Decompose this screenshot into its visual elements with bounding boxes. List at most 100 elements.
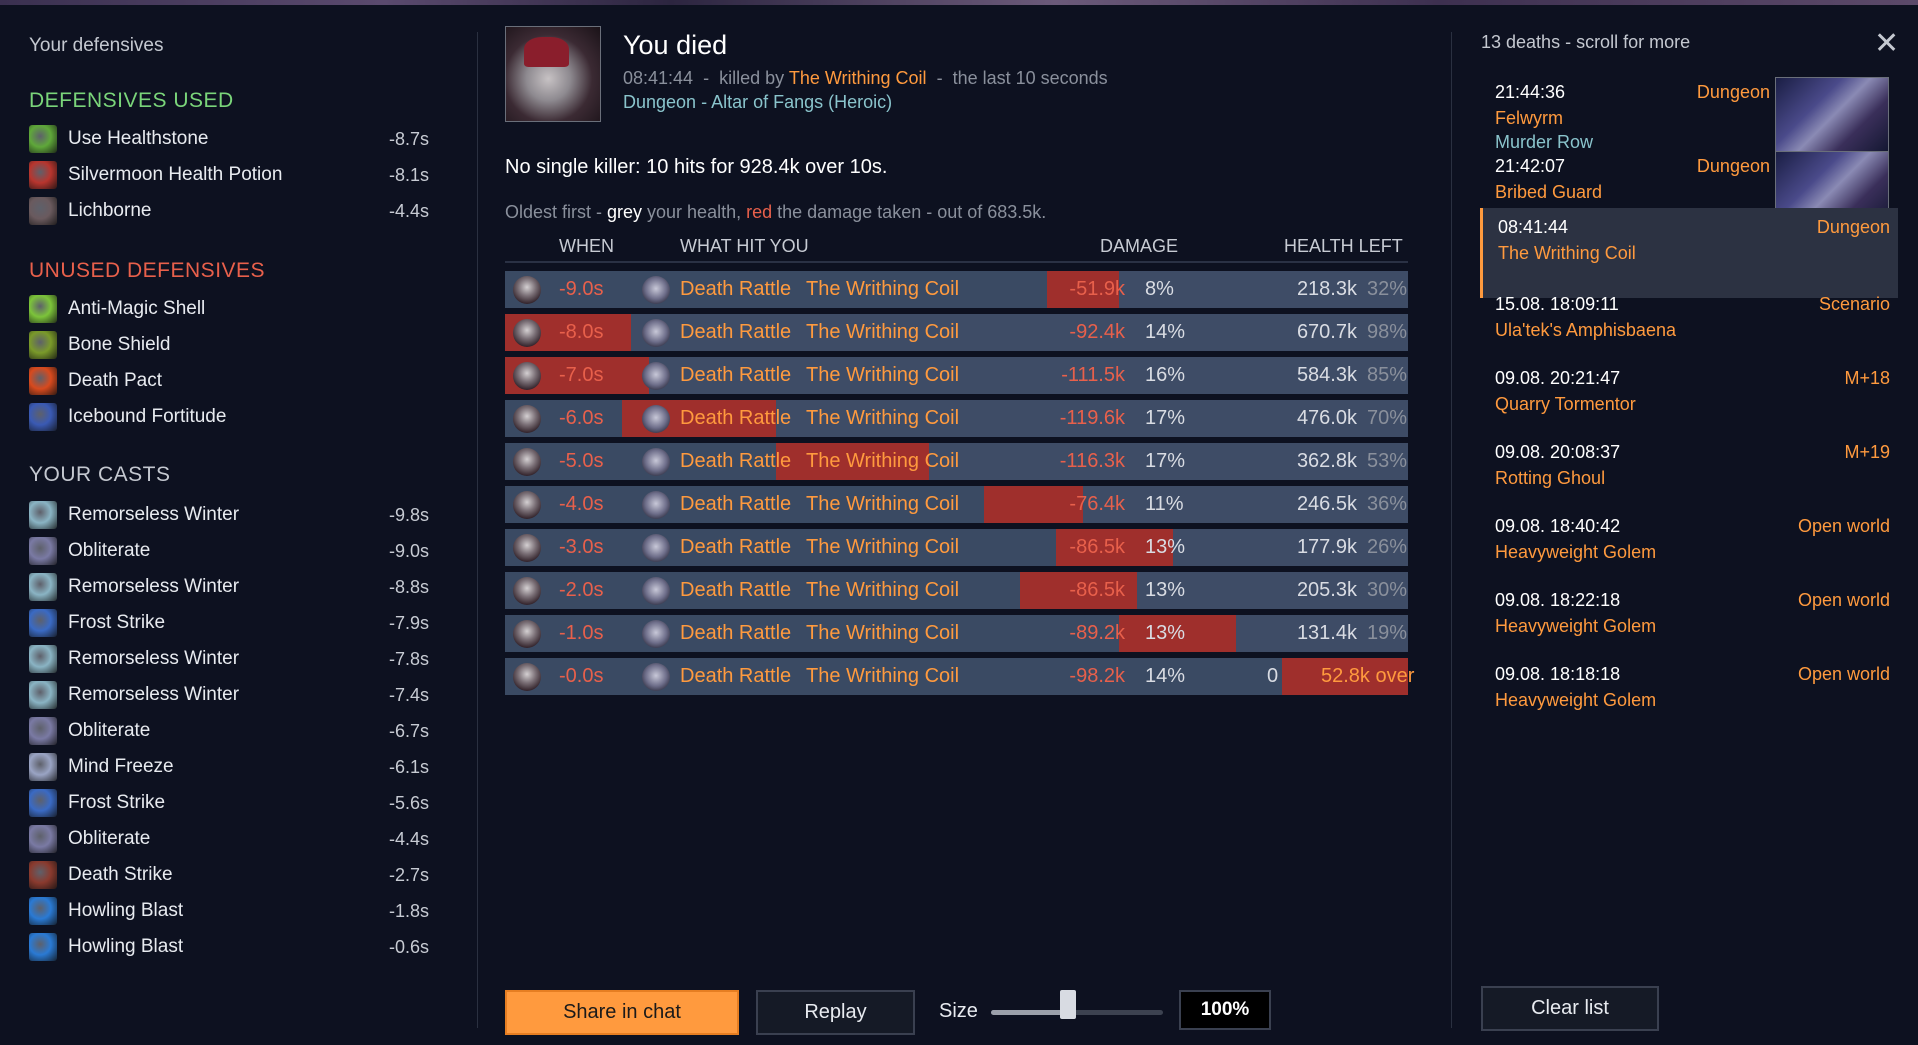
death-strike-icon [29, 861, 57, 889]
anti-magic-shell-icon [29, 295, 57, 323]
killed-by-label: killed by [719, 68, 785, 88]
cast-item[interactable]: Remorseless Winter -9.8s [29, 498, 429, 532]
replay-button[interactable]: Replay [756, 990, 915, 1035]
size-value[interactable]: 100% [1179, 990, 1271, 1030]
death-type: M+19 [1844, 442, 1890, 462]
hit-when: -7.0s [559, 364, 604, 386]
col-what-hit-you[interactable]: WHAT HIT YOU [680, 236, 809, 257]
death-location: Dungeon - Altar of Fangs (Heroic) [623, 92, 893, 112]
hit-damage: -86.5k [1069, 579, 1125, 601]
hit-row[interactable]: -7.0s Death Rattle The Writhing Coil -111.5… [505, 357, 1408, 394]
cast-item[interactable]: Obliterate -6.7s [29, 714, 429, 748]
hit-damage-pct: 8% [1145, 278, 1174, 300]
hit-health-pct: 19% [1367, 622, 1408, 644]
death-recap-panel: Your defensives DEFENSIVES USED UNUSED D… [0, 5, 1918, 1045]
health-bar [1082, 486, 1408, 523]
unused-defensives-title: UNUSED DEFENSIVES [29, 259, 266, 282]
bone-shield-icon [29, 331, 57, 359]
hit-row[interactable]: -5.0s Death Rattle The Writhing Coil -116.3… [505, 443, 1408, 480]
hit-row[interactable]: -1.0s Death Rattle The Writhing Coil -89.2k… [505, 615, 1408, 652]
hit-damage-pct: 17% [1145, 450, 1186, 472]
death-time: 15.08. 18:09:11 [1495, 294, 1619, 314]
cast-time: -2.7s [388, 864, 429, 885]
enemy-skull-icon [513, 276, 541, 304]
cast-item[interactable]: Howling Blast -1.8s [29, 894, 429, 928]
cast-item[interactable]: Obliterate -9.0s [29, 534, 429, 568]
close-icon[interactable]: ✕ [1874, 29, 1899, 59]
size-slider-handle[interactable] [1060, 990, 1077, 1019]
cast-item[interactable]: Remorseless Winter -8.8s [29, 570, 429, 604]
unused-defensive-name: Bone Shield [68, 334, 171, 355]
cast-time: -6.1s [388, 756, 429, 777]
cast-item[interactable]: Howling Blast -0.6s [29, 930, 429, 964]
remorseless-winter-icon [29, 645, 57, 673]
defensive-used-time: -8.1s [388, 164, 429, 185]
death-type: Open world [1797, 590, 1890, 610]
col-damage[interactable]: DAMAGE [1100, 236, 1178, 257]
cast-item[interactable]: Obliterate -4.4s [29, 822, 429, 856]
defensive-used-item[interactable]: Silvermoon Health Potion -8.1s [29, 158, 429, 192]
cast-item[interactable]: Remorseless Winter -7.4s [29, 678, 429, 712]
remorseless-winter-icon [29, 681, 57, 709]
clear-list-button[interactable]: Clear list [1481, 986, 1659, 1031]
death-rattle-icon [642, 276, 670, 304]
defensive-used-item[interactable]: Use Healthstone -8.7s [29, 122, 429, 156]
hit-source: The Writhing Coil [806, 536, 960, 558]
unused-defensive-item[interactable]: Icebound Fortitude [29, 400, 429, 434]
unused-defensive-item[interactable]: Anti-Magic Shell [29, 292, 429, 326]
hit-row[interactable]: -3.0s Death Rattle The Writhing Coil -86.5k… [505, 529, 1408, 566]
your-defensives-label: Your defensives [29, 35, 164, 56]
hit-damage: -76.4k [1069, 493, 1125, 515]
hit-damage: -116.3k [1059, 450, 1125, 472]
hit-row[interactable]: -2.0s Death Rattle The Writhing Coil -86.5k… [505, 572, 1408, 609]
hit-row[interactable]: -4.0s Death Rattle The Writhing Coil -76.4k… [505, 486, 1408, 523]
death-time: 09.08. 20:08:37 [1495, 442, 1621, 462]
defensive-used-time: -4.4s [388, 200, 429, 221]
left-divider [477, 32, 478, 1028]
enemy-skull-icon [513, 577, 541, 605]
hit-health: 177.9k [1296, 536, 1357, 558]
cast-item[interactable]: Frost Strike -5.6s [29, 786, 429, 820]
hit-damage-pct: 13% [1145, 579, 1186, 601]
hit-health-pct: 70% [1367, 407, 1408, 429]
enemy-skull-icon [513, 319, 541, 347]
hit-health: 0 [1267, 665, 1279, 687]
cast-time: -4.4s [388, 828, 429, 849]
cast-item[interactable]: Frost Strike -7.9s [29, 606, 429, 640]
share-in-chat-button[interactable]: Share in chat [505, 990, 739, 1035]
hit-row[interactable]: -8.0s Death Rattle The Writhing Coil -92.4k… [505, 314, 1408, 351]
enemy-skull-icon [513, 620, 541, 648]
col-health-left[interactable]: HEALTH LEFT [1284, 236, 1403, 257]
death-rattle-icon [642, 663, 670, 691]
size-slider-track[interactable] [991, 1010, 1163, 1015]
enemy-skull-icon [513, 491, 541, 519]
death-type: M+18 [1844, 368, 1890, 388]
cast-item[interactable]: Mind Freeze -6.1s [29, 750, 429, 784]
death-rattle-icon [642, 534, 670, 562]
death-killer: Bribed Guard [1495, 182, 1603, 202]
healthstone-icon [29, 125, 57, 153]
death-killer: The Writhing Coil [1498, 243, 1636, 263]
cast-name: Frost Strike [68, 792, 166, 813]
hit-ability: Death Rattle [680, 364, 792, 386]
hit-row[interactable]: -6.0s Death Rattle The Writhing Coil -119.6… [505, 400, 1408, 437]
hit-health: 205.3k [1296, 579, 1357, 601]
col-when[interactable]: WHEN [559, 236, 614, 257]
hit-row[interactable]: -9.0s Death Rattle The Writhing Coil -51.9k… [505, 271, 1408, 308]
death-time: 09.08. 18:22:18 [1495, 590, 1621, 610]
hit-row[interactable]: -0.0s Death Rattle The Writhing Coil -98.2k… [505, 658, 1414, 695]
unused-defensive-item[interactable]: Death Pact [29, 364, 429, 398]
cast-item[interactable]: Remorseless Winter -7.8s [29, 642, 429, 676]
death-rattle-icon [642, 620, 670, 648]
death-killer: Rotting Ghoul [1495, 468, 1606, 488]
defensive-used-item[interactable]: Lichborne -4.4s [29, 194, 429, 228]
cast-name: Obliterate [68, 828, 151, 849]
unused-defensive-item[interactable]: Bone Shield [29, 328, 429, 362]
death-title: You died [623, 30, 728, 60]
defensives-used-title: DEFENSIVES USED [29, 89, 234, 112]
death-killer: Quarry Tormentor [1495, 394, 1636, 414]
hit-damage: -119.6k [1059, 407, 1125, 429]
cast-time: -0.6s [388, 936, 429, 957]
death-history-item[interactable]: 09.08. 18:18:18 Heavyweight Golem Open wor… [1480, 655, 1898, 745]
cast-item[interactable]: Death Strike -2.7s [29, 858, 429, 892]
